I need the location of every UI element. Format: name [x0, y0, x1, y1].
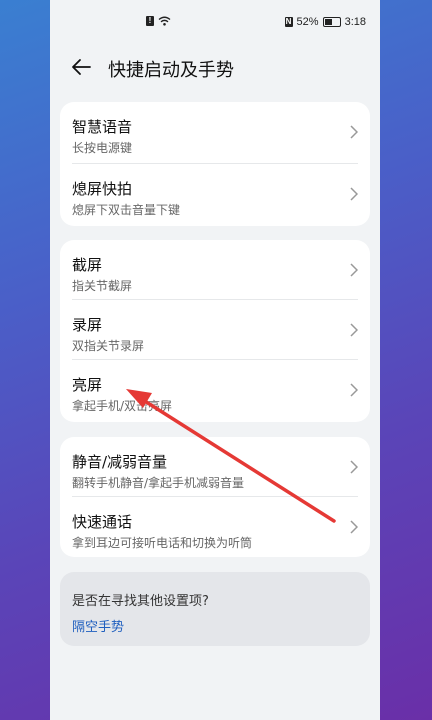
setting-label: 智慧语音 — [72, 118, 133, 136]
air-gesture-link[interactable]: 隔空手势 — [72, 616, 124, 635]
status-icons-center: ! — [146, 16, 171, 26]
setting-label: 熄屏快拍 — [72, 180, 133, 198]
setting-description: 拿起手机/双击亮屏 — [72, 399, 173, 413]
page-header: 快捷启动及手势 — [50, 50, 380, 84]
setting-row-screenshot[interactable]: 截屏 指关节截屏 — [60, 240, 370, 300]
setting-row-wake-screen[interactable]: 亮屏 拿起手机/双击亮屏 — [60, 360, 370, 420]
alert-icon: ! — [146, 16, 154, 26]
chevron-right-icon — [350, 460, 358, 474]
back-arrow-icon[interactable] — [70, 56, 92, 78]
setting-label: 截屏 — [72, 256, 103, 274]
chevron-right-icon — [350, 187, 358, 201]
setting-row-smart-voice[interactable]: 智慧语音 长按电源键 — [60, 102, 370, 164]
setting-description: 指关节截屏 — [72, 279, 133, 293]
search-suggestion-card: 是否在寻找其他设置项? 隔空手势 — [60, 572, 370, 646]
setting-row-screen-off-snapshot[interactable]: 熄屏快拍 熄屏下双击音量下键 — [60, 164, 370, 226]
wifi-icon — [158, 16, 171, 26]
setting-label: 静音/减弱音量 — [72, 453, 168, 471]
setting-description: 熄屏下双击音量下键 — [72, 203, 181, 217]
setting-label: 亮屏 — [72, 376, 103, 394]
setting-description: 双指关节录屏 — [72, 339, 145, 353]
chevron-right-icon — [350, 383, 358, 397]
chevron-right-icon — [350, 263, 358, 277]
battery-icon — [322, 17, 341, 27]
setting-description: 长按电源键 — [72, 141, 133, 155]
setting-row-mute-volume[interactable]: 静音/减弱音量 翻转手机静音/拿起手机减弱音量 — [60, 437, 370, 497]
clock: 3:18 — [344, 16, 366, 28]
setting-label: 快速通话 — [72, 513, 133, 531]
setting-description: 拿到耳边可接听电话和切换为听筒 — [72, 536, 253, 550]
status-icons-right: N 52% 3:18 — [284, 16, 366, 28]
setting-description: 翻转手机静音/拿起手机减弱音量 — [72, 476, 245, 490]
chevron-right-icon — [350, 323, 358, 337]
setting-row-quick-call[interactable]: 快速通话 拿到耳边可接听电话和切换为听筒 — [60, 497, 370, 557]
settings-group-1: 智慧语音 长按电源键 熄屏快拍 熄屏下双击音量下键 — [60, 102, 370, 226]
settings-group-3: 静音/减弱音量 翻转手机静音/拿起手机减弱音量 快速通话 拿到耳边可接听电话和切… — [60, 437, 370, 557]
search-suggestion-question: 是否在寻找其他设置项? — [72, 594, 209, 609]
page-title: 快捷启动及手势 — [108, 60, 234, 81]
chevron-right-icon — [350, 125, 358, 139]
settings-group-2: 截屏 指关节截屏 录屏 双指关节录屏 亮屏 拿起手机/双击亮屏 — [60, 240, 370, 422]
chevron-right-icon — [350, 520, 358, 534]
status-bar: ! N 52% 3:18 — [50, 0, 380, 44]
nfc-icon: N — [284, 17, 293, 27]
setting-label: 录屏 — [72, 316, 103, 334]
battery-percent: 52% — [296, 16, 319, 28]
setting-row-screen-record[interactable]: 录屏 双指关节录屏 — [60, 300, 370, 360]
phone-screen: ! N 52% 3:18 快捷启动及手势 智慧语音 长按电源键 熄屏快拍 熄屏下… — [50, 0, 380, 720]
